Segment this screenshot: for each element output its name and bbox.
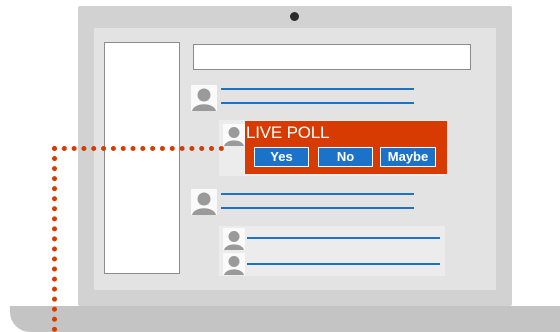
poll-option-yes-button[interactable]: Yes [254,147,309,167]
poll-title: LIVE POLL [246,123,330,142]
post-text-line [221,102,414,104]
avatar-icon [223,124,245,146]
post-text-line [221,207,414,209]
sidebar-panel [104,42,180,274]
search-input[interactable] [193,44,471,70]
avatar-icon [223,253,245,275]
avatar-icon [223,228,245,250]
post-text-line [221,88,414,90]
poll-connector-line [52,146,57,332]
webcam-icon [290,12,299,21]
post-text-line [221,193,414,195]
reply-text-line [247,237,440,239]
reply-text-line [247,263,440,265]
poll-option-no-button[interactable]: No [318,147,373,167]
poll-option-maybe-button[interactable]: Maybe [380,147,436,167]
reply-panel [219,226,445,276]
live-poll-card: LIVE POLL Yes No Maybe [245,121,447,174]
poll-connector-line [52,146,224,151]
avatar-icon [191,189,217,215]
avatar-icon [191,85,217,111]
laptop-base [10,306,560,332]
